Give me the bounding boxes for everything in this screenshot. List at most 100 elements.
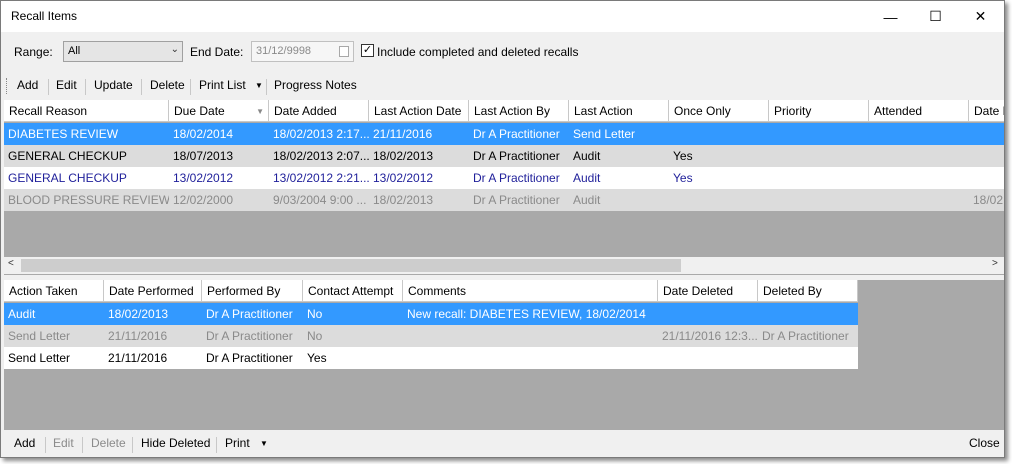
action-cell: Dr A Practitioner: [206, 329, 293, 343]
recall-cell: 13/02/2012 2:21...: [273, 171, 369, 185]
action-cell: No: [307, 329, 323, 343]
recall-row[interactable]: DIABETES REVIEW 18/02/2014 18/02/2013 2:17…: [4, 123, 1004, 145]
add-action-button[interactable]: Add: [14, 436, 35, 450]
recall-cell: [869, 123, 969, 145]
recall-row[interactable]: BLOOD PRESSURE REVIEW 12/02/2000 9/03/2004…: [4, 189, 1004, 211]
recall-cell: BLOOD PRESSURE REVIEW: [8, 193, 169, 207]
recall-cell: Dr A Practitioner: [473, 193, 560, 207]
action-cell: Dr A Practitioner: [206, 307, 293, 321]
toolbar-divider: [190, 79, 191, 95]
recalls-col-header[interactable]: Last Action Date: [369, 100, 469, 122]
actions-col-header[interactable]: Contact Attempt: [303, 280, 403, 302]
print-button[interactable]: Print: [225, 436, 250, 450]
recall-cell: 18/02/2014: [173, 127, 234, 141]
hide-deleted-button[interactable]: Hide Deleted: [141, 436, 210, 450]
actions-col-header[interactable]: Date Performed: [104, 280, 202, 302]
actions-col-header[interactable]: Comments: [403, 280, 658, 302]
recall-cell: Audit: [573, 171, 601, 185]
pane-splitter[interactable]: [1, 275, 1004, 279]
end-date-field[interactable]: 31/12/9998: [251, 41, 354, 62]
edit-recall-button[interactable]: Edit: [56, 78, 77, 92]
recall-cell: [769, 123, 869, 145]
scrollbar-thumb[interactable]: [21, 259, 681, 272]
update-recall-button[interactable]: Update: [94, 78, 133, 92]
action-cell: Dr A Practitioner: [762, 329, 849, 343]
action-row[interactable]: Audit 18/02/2013 Dr A Practitioner No New re…: [4, 303, 858, 325]
recall-row[interactable]: GENERAL CHECKUP 18/07/2013 18/02/2013 2:07…: [4, 145, 1004, 167]
recall-cell: DIABETES REVIEW: [8, 127, 119, 141]
actions-col-header[interactable]: Action Taken: [4, 280, 104, 302]
action-cell: New recall: DIABETES REVIEW, 18/02/2014: [407, 307, 646, 321]
recalls-col-header[interactable]: Date D: [969, 100, 1004, 122]
recall-cell: Yes: [673, 149, 693, 163]
sort-descending-icon: ▼: [256, 107, 264, 116]
recall-cell: 18/02/2013 2:17...: [273, 127, 369, 141]
recalls-hscrollbar[interactable]: < >: [4, 257, 1004, 274]
recall-cell: 18/02/2013: [373, 149, 434, 163]
recall-cell: 21/11/2016: [373, 127, 433, 141]
delete-action-button[interactable]: Delete: [91, 436, 126, 450]
recall-cell: [669, 123, 769, 145]
recall-row[interactable]: GENERAL CHECKUP 13/02/2012 13/02/2012 2:21…: [4, 167, 1004, 189]
recall-cell: 9/03/2004 9:00 ...: [273, 193, 367, 207]
delete-recall-button[interactable]: Delete: [150, 78, 185, 92]
action-cell: [758, 347, 858, 369]
action-cell: [403, 325, 658, 347]
add-recall-button[interactable]: Add: [17, 78, 38, 92]
actions-col-header[interactable]: Date Deleted: [658, 280, 758, 302]
action-cell: Dr A Practitioner: [206, 351, 293, 365]
minimize-button[interactable]: —: [868, 1, 913, 32]
recall-cell: [969, 145, 1004, 167]
recalls-col-header[interactable]: Priority: [769, 100, 869, 122]
recalls-col-header[interactable]: Once Only: [669, 100, 769, 122]
action-cell: [658, 347, 758, 369]
recall-cell: [669, 189, 769, 211]
scroll-right-icon[interactable]: >: [992, 258, 998, 269]
checkmark-icon: ✓: [362, 44, 373, 56]
range-value: All: [68, 45, 81, 57]
recalls-col-header[interactable]: Recall Reason: [4, 100, 169, 122]
close-button[interactable]: Close: [969, 436, 1000, 450]
recalls-col-header-label: Due Date: [174, 104, 225, 118]
dropdown-arrow-icon[interactable]: ▼: [260, 439, 268, 448]
range-select[interactable]: All ⌄: [63, 41, 183, 62]
recalls-col-header[interactable]: Attended: [869, 100, 969, 122]
toolbar-grip: [6, 78, 9, 94]
recall-cell: 18/02: [973, 193, 1004, 207]
recalls-col-header[interactable]: Date Added: [269, 100, 369, 122]
recalls-col-header[interactable]: Due Date ▼: [169, 100, 269, 122]
window-title: Recall Items: [11, 9, 78, 23]
recall-cell: [969, 123, 1004, 145]
dropdown-arrow-icon[interactable]: ▼: [255, 81, 263, 90]
recall-cell: 13/02/2012: [373, 171, 434, 185]
filter-bar: Range: All ⌄ End Date: 31/12/9998 ✓ Incl…: [1, 32, 1004, 72]
action-cell: 21/11/2016: [108, 351, 168, 365]
progress-notes-button[interactable]: Progress Notes: [274, 78, 357, 92]
recalls-col-header[interactable]: Last Action By: [469, 100, 569, 122]
scroll-left-icon[interactable]: <: [8, 258, 14, 269]
print-list-button[interactable]: Print List: [199, 78, 246, 92]
toolbar-divider: [85, 79, 86, 95]
action-cell: 18/02/2013: [108, 307, 169, 321]
action-cell: No: [307, 307, 323, 321]
toolbar-divider: [141, 79, 142, 95]
action-row[interactable]: Send Letter 21/11/2016 Dr A Practitioner No…: [4, 325, 858, 347]
toolbar-divider: [132, 437, 133, 453]
include-completed-checkbox[interactable]: ✓: [361, 44, 374, 57]
close-window-button[interactable]: ✕: [958, 1, 1003, 32]
recalls-col-header[interactable]: Last Action: [569, 100, 669, 122]
action-row[interactable]: Send Letter 21/11/2016 Dr A Practitioner Ye…: [4, 347, 858, 369]
title-bar: Recall Items — ☐ ✕: [1, 1, 1004, 32]
recall-cell: Send Letter: [573, 127, 636, 141]
edit-action-button[interactable]: Edit: [53, 436, 74, 450]
maximize-button[interactable]: ☐: [913, 1, 958, 32]
action-cell: Send Letter: [8, 329, 71, 343]
calendar-icon[interactable]: [339, 46, 349, 57]
recall-items-window: Recall Items — ☐ ✕ Range: All ⌄ End Date…: [0, 0, 1005, 458]
end-date-value: 31/12/9998: [256, 45, 312, 57]
actions-col-header[interactable]: Deleted By: [758, 280, 858, 302]
recalls-header-row: Recall Reason Due Date ▼ Date Added Last …: [4, 100, 1004, 122]
actions-col-header[interactable]: Performed By: [202, 280, 303, 302]
toolbar-divider: [82, 437, 83, 453]
recall-cell: Yes: [673, 171, 693, 185]
